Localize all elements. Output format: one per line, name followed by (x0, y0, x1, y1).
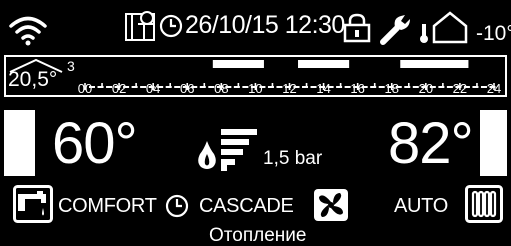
auto-mode-label[interactable]: AUTO (394, 196, 448, 216)
timeline-tick (442, 83, 444, 88)
flame-level-icon (221, 129, 257, 171)
timeline-tick (169, 83, 172, 88)
timeline-hour-label: 00 (78, 81, 92, 96)
timeline-tick (135, 83, 137, 88)
timeline-hour-label: 24 (487, 81, 501, 96)
timeline-hour-label: 02 (112, 81, 126, 96)
comfort-mode-label[interactable]: COMFORT (58, 196, 157, 216)
timeline-hour-label: 22 (453, 81, 467, 96)
timeline-hour-label: 06 (180, 81, 194, 96)
status-text: Отопление (209, 225, 307, 246)
timeline-hour-label: 12 (282, 81, 296, 96)
flow-temp: 60° (52, 111, 138, 176)
timeline-tick (101, 83, 103, 88)
timeline-active-period[interactable] (298, 60, 350, 68)
timeline-hour-label: 08 (214, 81, 228, 96)
timeline-tick (305, 83, 308, 88)
cascade-mode-label[interactable]: CASCADE (199, 196, 294, 216)
tap-water-icon[interactable] (13, 185, 53, 223)
timeline-hour-label: 16 (350, 81, 364, 96)
timeline-tick (271, 83, 274, 88)
timeline-tick (373, 83, 376, 88)
timeline-active-period[interactable] (400, 60, 469, 68)
flame-icon (198, 141, 216, 169)
timeline-hour-label: 04 (146, 81, 160, 96)
fan-icon[interactable] (313, 188, 349, 222)
timeline-tick (237, 83, 240, 88)
timeline-tick (407, 83, 410, 88)
clock-icon (165, 194, 189, 218)
timeline-active-period[interactable] (212, 60, 264, 68)
timeline-hour-label: 10 (248, 81, 262, 96)
timeline-hour-label: 18 (385, 81, 399, 96)
timeline-hour-label: 14 (316, 81, 330, 96)
timeline-tick (476, 83, 478, 88)
radiator-icon[interactable] (465, 185, 503, 223)
return-temp: 82° (388, 111, 474, 176)
timeline-hour-label: 20 (419, 81, 433, 96)
pressure: 1,5 bar (263, 148, 323, 169)
timeline-tick (203, 83, 206, 88)
timeline-tick (339, 83, 342, 88)
